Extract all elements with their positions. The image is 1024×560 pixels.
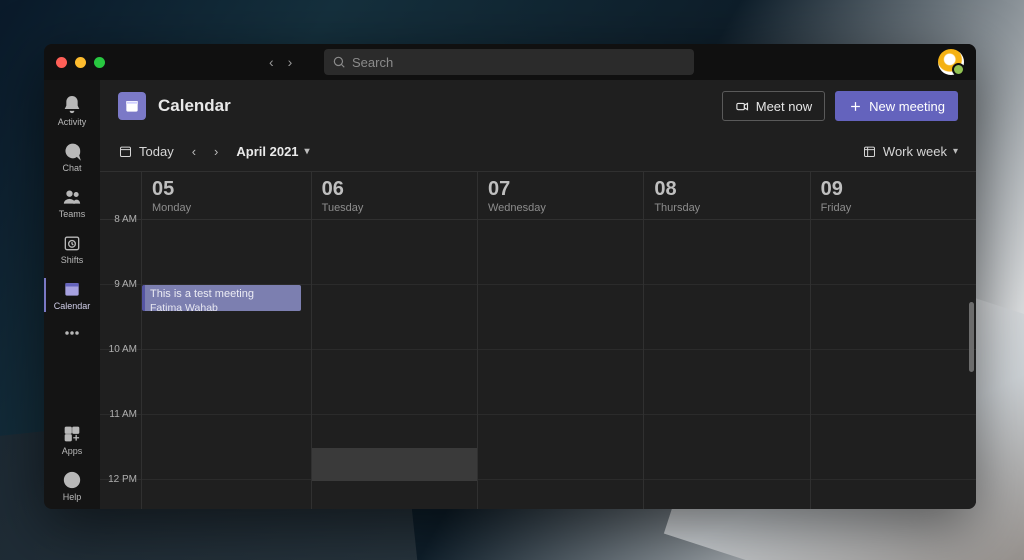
- day-column[interactable]: 06Tuesday: [312, 172, 478, 509]
- titlebar: ‹ › Search: [44, 44, 976, 80]
- page-title: Calendar: [158, 96, 231, 116]
- hour-label: 8 AM: [114, 214, 137, 225]
- minimize-window-button[interactable]: [75, 57, 86, 68]
- history-forward-button[interactable]: ›: [288, 54, 293, 70]
- time-column: 8 AM 9 AM 10 AM 11 AM 12 PM: [100, 172, 142, 509]
- hour-label: 10 AM: [109, 344, 137, 355]
- help-icon: [62, 470, 82, 490]
- time-slot-highlight[interactable]: [312, 448, 477, 481]
- month-picker[interactable]: April 2021 ▾: [236, 144, 309, 159]
- chevron-down-icon: ▾: [953, 146, 958, 157]
- sidebar-item-label: Activity: [58, 117, 87, 127]
- calendar-app-icon: [118, 92, 146, 120]
- sidebar-item-calendar[interactable]: Calendar: [44, 272, 100, 318]
- day-name: Wednesday: [488, 202, 633, 214]
- new-meeting-label: New meeting: [869, 99, 945, 114]
- sidebar-item-teams[interactable]: Teams: [44, 180, 100, 226]
- chevron-down-icon: ▾: [305, 146, 310, 157]
- bell-icon: [62, 95, 82, 115]
- meet-now-button[interactable]: Meet now: [722, 91, 825, 121]
- day-number: 09: [821, 178, 966, 201]
- day-name: Thursday: [654, 202, 799, 214]
- week-nav: ‹ ›: [192, 144, 219, 159]
- shifts-icon: [62, 233, 82, 253]
- hour-label: 9 AM: [114, 279, 137, 290]
- search-input[interactable]: Search: [324, 49, 694, 75]
- day-number: 08: [654, 178, 799, 201]
- teams-icon: [62, 187, 82, 207]
- sidebar-item-more[interactable]: [44, 318, 100, 348]
- calendar-icon: [62, 279, 82, 299]
- view-label: Work week: [883, 144, 947, 159]
- event-organizer: Fatima Wahab: [150, 302, 296, 311]
- sidebar-item-activity[interactable]: Activity: [44, 88, 100, 134]
- calendar-event[interactable]: This is a test meetingFatima Wahab: [142, 285, 301, 311]
- sidebar-item-label: Chat: [62, 163, 81, 173]
- today-label: Today: [139, 144, 174, 159]
- sidebar-item-label: Help: [63, 492, 82, 502]
- chat-icon: [62, 141, 82, 161]
- next-week-button[interactable]: ›: [214, 144, 218, 159]
- hour-label: 12 PM: [108, 474, 137, 485]
- hour-label: 11 AM: [109, 409, 137, 420]
- days-container: 05Monday This is a test meetingFatima Wah…: [142, 172, 976, 509]
- sidebar-item-apps[interactable]: Apps: [44, 417, 100, 463]
- search-placeholder: Search: [352, 55, 393, 70]
- search-icon: [332, 55, 346, 69]
- ellipsis-icon: [62, 323, 82, 343]
- sidebar-item-label: Teams: [59, 209, 86, 219]
- day-column[interactable]: 07Wednesday: [478, 172, 644, 509]
- plus-icon: [848, 99, 863, 114]
- app-window: ‹ › Search Activity Chat Teams: [44, 44, 976, 509]
- today-button[interactable]: Today: [118, 144, 174, 159]
- day-header: 09Friday: [811, 172, 976, 220]
- sidebar-item-label: Shifts: [61, 255, 84, 265]
- apps-icon: [62, 424, 82, 444]
- calendar-today-icon: [118, 144, 133, 159]
- month-label: April 2021: [236, 144, 298, 159]
- sidebar-item-help[interactable]: Help: [44, 463, 100, 509]
- calendar-view-icon: [862, 144, 877, 159]
- sidebar-item-label: Apps: [62, 446, 83, 456]
- prev-week-button[interactable]: ‹: [192, 144, 196, 159]
- maximize-window-button[interactable]: [94, 57, 105, 68]
- window-controls: [56, 57, 105, 68]
- day-name: Friday: [821, 202, 966, 214]
- day-name: Tuesday: [322, 202, 467, 214]
- day-header: 06Tuesday: [312, 172, 477, 220]
- meet-now-label: Meet now: [756, 99, 812, 114]
- day-number: 05: [152, 178, 301, 201]
- sidebar-item-shifts[interactable]: Shifts: [44, 226, 100, 272]
- page-header: Calendar Meet now New meeting: [100, 80, 976, 132]
- sidebar-item-chat[interactable]: Chat: [44, 134, 100, 180]
- view-select[interactable]: Work week ▾: [862, 144, 958, 159]
- app-rail: Activity Chat Teams Shifts Calendar: [44, 80, 100, 509]
- main-pane: Calendar Meet now New meeting Today: [100, 80, 976, 509]
- calendar-toolbar: Today ‹ › April 2021 ▾ Work week ▾: [100, 132, 976, 172]
- day-name: Monday: [152, 202, 301, 214]
- video-icon: [735, 99, 750, 114]
- scrollbar-thumb[interactable]: [969, 302, 974, 372]
- day-column[interactable]: 09Friday: [811, 172, 976, 509]
- close-window-button[interactable]: [56, 57, 67, 68]
- day-column[interactable]: 08Thursday: [644, 172, 810, 509]
- calendar-icon: [124, 98, 140, 114]
- day-number: 06: [322, 178, 467, 201]
- day-header: 05Monday: [142, 172, 311, 220]
- sidebar-item-label: Calendar: [54, 301, 91, 311]
- day-column[interactable]: 05Monday This is a test meetingFatima Wah…: [142, 172, 312, 509]
- event-title: This is a test meeting: [150, 288, 296, 302]
- calendar-grid[interactable]: 8 AM 9 AM 10 AM 11 AM 12 PM 05Monday This is …: [100, 172, 976, 509]
- day-number: 07: [488, 178, 633, 201]
- history-back-button[interactable]: ‹: [269, 54, 274, 70]
- new-meeting-button[interactable]: New meeting: [835, 91, 958, 121]
- history-nav: ‹ ›: [269, 54, 292, 70]
- day-header: 07Wednesday: [478, 172, 643, 220]
- day-header: 08Thursday: [644, 172, 809, 220]
- avatar[interactable]: [938, 49, 964, 75]
